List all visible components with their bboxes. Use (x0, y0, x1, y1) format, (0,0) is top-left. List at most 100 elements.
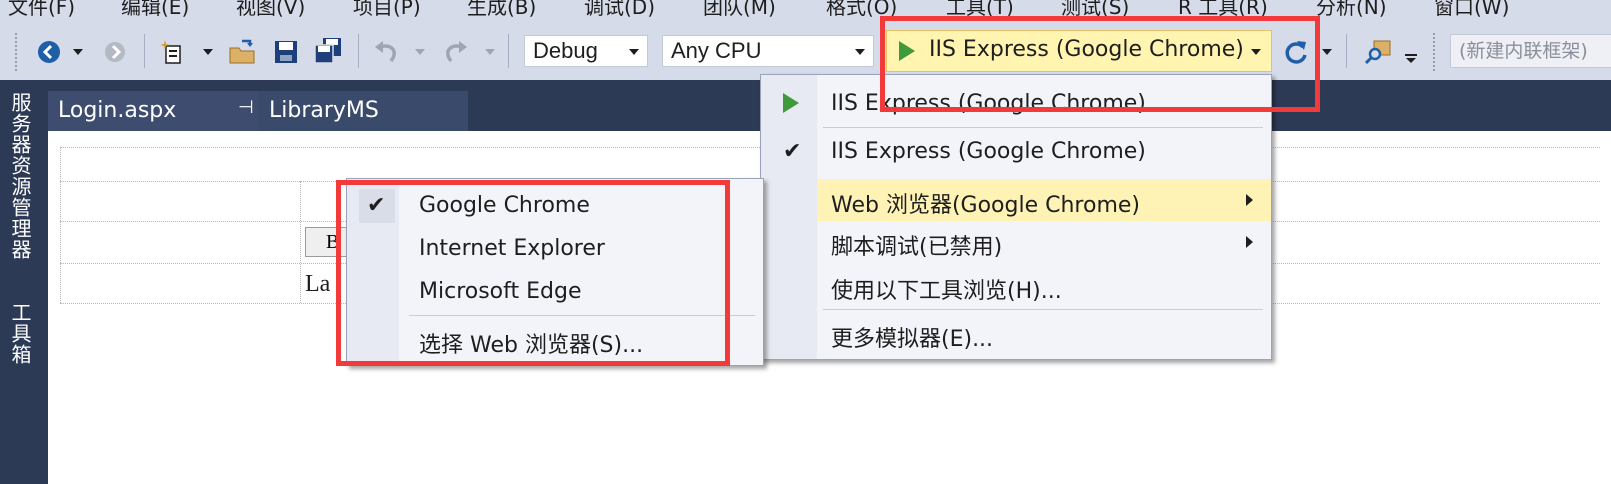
chevron-down-icon (1322, 49, 1332, 55)
play-icon (897, 41, 917, 61)
undo-dropdown-button[interactable] (414, 47, 426, 57)
redo-dropdown-button[interactable] (484, 47, 496, 57)
submenu-arrow-icon (1246, 194, 1253, 206)
browser-link-refresh-button[interactable] (1280, 36, 1312, 68)
menu-build[interactable]: 生成(B) (467, 0, 536, 20)
save-icon (275, 41, 297, 63)
menu-debug[interactable]: 调试(D) (584, 0, 655, 20)
chevron-down-icon[interactable] (1251, 49, 1261, 55)
toolbox-tab[interactable]: 工具箱 (6, 302, 35, 365)
navigate-forward-button[interactable] (100, 37, 130, 67)
menu-item-label: 脚本调试(已禁用) (831, 235, 1003, 260)
menu-view[interactable]: 视图(V) (236, 0, 305, 20)
menu-separator (409, 315, 755, 316)
menu-item-label: Google Chrome (419, 193, 590, 218)
menu-item-microsoft-edge[interactable]: Microsoft Edge (347, 271, 763, 313)
menu-item-label: IIS Express (Google Chrome) (831, 91, 1146, 116)
menu-item-iis-express-chrome[interactable]: ✔ IIS Express (Google Chrome) (761, 131, 1271, 173)
redo-button[interactable] (438, 36, 472, 68)
menu-item-internet-explorer[interactable]: Internet Explorer (347, 228, 763, 270)
run-target-label: IIS Express (Google Chrome) (929, 37, 1244, 62)
configuration-value: Debug (533, 38, 598, 63)
undo-icon (375, 41, 396, 63)
menu-item-label: Web 浏览器(Google Chrome) (831, 193, 1140, 218)
find-in-files-icon (1365, 40, 1391, 65)
menu-item-google-chrome[interactable]: ✔ Google Chrome (347, 185, 763, 227)
undo-button[interactable] (370, 36, 404, 68)
menu-format[interactable]: 格式(O) (826, 0, 897, 20)
designer-label[interactable]: La (305, 271, 330, 298)
save-button[interactable] (270, 36, 302, 68)
open-file-button[interactable] (226, 36, 260, 68)
refresh-icon (1285, 41, 1307, 64)
designer-button-text: B (326, 231, 340, 253)
menu-file[interactable]: 文件(F) (8, 0, 75, 20)
platform-value: Any CPU (671, 38, 762, 63)
menu-separator (823, 127, 1263, 128)
forward-arrow-icon (105, 42, 125, 62)
menu-item-script-debugging[interactable]: 脚本调试(已禁用) (761, 221, 1271, 263)
save-all-button[interactable] (310, 34, 346, 68)
play-icon (783, 93, 799, 113)
menu-r-tools[interactable]: R 工具(R) (1178, 0, 1268, 20)
menu-item-label: 使用以下工具浏览(H)... (831, 279, 1062, 304)
new-project-button[interactable] (156, 36, 190, 68)
submenu-arrow-icon (1246, 236, 1253, 248)
back-dropdown-button[interactable] (72, 47, 84, 57)
standard-toolbar: Debug Any CPU IIS Express (Google Chrome… (0, 22, 1611, 80)
toolbar-separator (358, 34, 359, 68)
menu-item-browse-with[interactable]: 使用以下工具浏览(H)... (761, 265, 1271, 307)
menu-separator (823, 309, 1263, 310)
menu-analyze[interactable]: 分析(N) (1316, 0, 1387, 20)
chevron-down-icon (629, 49, 639, 55)
menu-item-label: 更多模拟器(E)... (831, 327, 994, 352)
menu-team[interactable]: 团队(M) (703, 0, 776, 20)
solution-platform-select[interactable]: Any CPU (662, 35, 874, 67)
chevron-down-icon (73, 49, 83, 55)
find-in-files-button[interactable] (1362, 36, 1396, 68)
checkmark-icon: ✔ (783, 139, 802, 164)
toolbar-grip[interactable] (14, 32, 18, 72)
start-debugging-button[interactable]: IIS Express (Google Chrome) (886, 30, 1272, 72)
menu-edit[interactable]: 编辑(E) (121, 0, 189, 20)
open-folder-icon (229, 39, 255, 64)
menu-item-more-emulators[interactable]: 更多模拟器(E)... (761, 313, 1271, 355)
chevron-down-icon (203, 49, 213, 55)
server-explorer-tab[interactable]: 服务器资源管理器 (6, 92, 35, 260)
tab-label: LibraryMS (269, 98, 379, 123)
menu-item-choose-browser[interactable]: 选择 Web 浏览器(S)... (347, 319, 763, 361)
chevron-down-icon (485, 49, 495, 55)
run-target-menu: IIS Express (Google Chrome) ✔ IIS Expres… (760, 74, 1272, 360)
web-browser-submenu: ✔ Google Chrome Internet Explorer Micros… (346, 178, 764, 366)
menu-bar: 文件(F) 编辑(E) 视图(V) 项目(P) 生成(B) 调试(D) 团队(M… (0, 0, 1611, 22)
designer-gridline (60, 147, 61, 303)
solution-configuration-select[interactable]: Debug (524, 35, 648, 67)
menu-tools[interactable]: 工具(T) (946, 0, 1014, 20)
toolbar-grip[interactable] (1432, 32, 1436, 72)
menu-test[interactable]: 测试(S) (1061, 0, 1129, 20)
redo-icon (446, 41, 467, 63)
chevron-down-icon (855, 49, 865, 55)
inline-frame-search-box[interactable]: (新建内联框架) (1450, 34, 1611, 68)
toolbar-overflow-button[interactable] (1404, 52, 1418, 66)
menu-item-label: Microsoft Edge (419, 279, 582, 304)
designer-gridline (300, 181, 301, 303)
tab-libraryms[interactable]: LibraryMS (258, 91, 468, 131)
chevron-down-icon (415, 49, 425, 55)
menu-item-web-browser[interactable]: Web 浏览器(Google Chrome) (817, 179, 1271, 221)
new-project-dropdown-button[interactable] (202, 47, 214, 57)
refresh-dropdown-button[interactable] (1320, 47, 1334, 57)
menu-project[interactable]: 项目(P) (353, 0, 421, 20)
menu-item-label: Internet Explorer (419, 236, 605, 261)
menu-item-label: IIS Express (Google Chrome) (831, 139, 1146, 164)
menu-item-iis-express-start[interactable]: IIS Express (Google Chrome) (761, 83, 1271, 125)
menu-item-label: 选择 Web 浏览器(S)... (419, 333, 644, 358)
navigate-back-button[interactable] (34, 37, 64, 67)
toolbar-separator (144, 34, 145, 68)
back-arrow-icon (38, 41, 60, 63)
toolbar-separator (508, 34, 509, 68)
tab-login-aspx[interactable]: Login.aspx ⊣ ✕ (48, 91, 294, 131)
menu-window[interactable]: 窗口(W) (1434, 0, 1509, 20)
pin-icon[interactable]: ⊣ (238, 97, 254, 118)
tab-label: Login.aspx (58, 98, 177, 123)
